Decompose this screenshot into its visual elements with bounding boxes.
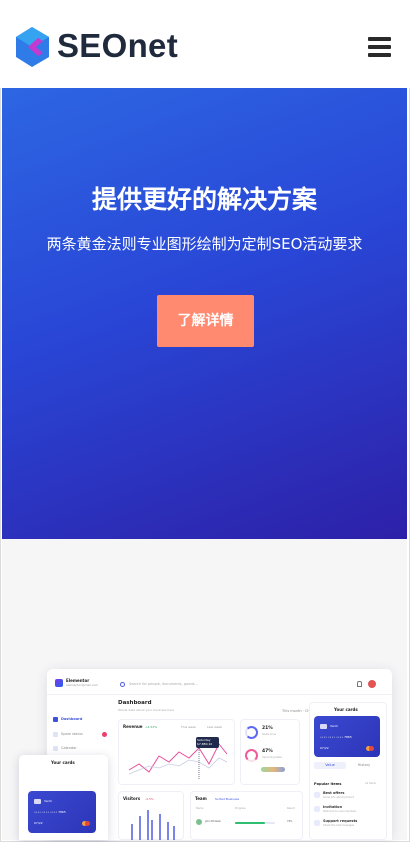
- card-exp: 07/22: [320, 746, 329, 750]
- hero-title: 提供更好的解决方案: [91, 185, 317, 214]
- card-number: •••• •••• •••• 7865: [320, 735, 352, 739]
- sidebar-calendar-icon: [53, 746, 58, 751]
- card-chip-icon: [320, 724, 327, 729]
- revenue-tooltip: Saturday $7,880.10: [196, 737, 219, 748]
- team-col-result: Result: [287, 807, 295, 810]
- team-col-name: Name: [196, 807, 204, 810]
- float-credit-card: Venti •••• •••• •••• 7865 07/22: [28, 791, 96, 833]
- sidebar-dashboard-icon: [53, 717, 58, 722]
- popular-item-sub: Check the last messages: [323, 824, 355, 827]
- hero-banner: 提供更好的解决方案 两条黄金法则专业图形绘制为定制SEO活动要求 了解详情: [2, 88, 407, 539]
- popular-item-title: Invitation: [323, 805, 343, 809]
- offer-icon: [314, 792, 320, 798]
- seonet-logo-icon[interactable]: [16, 27, 49, 67]
- dashboard-topbar: Elementor elementor@mail.com Search for …: [47, 669, 392, 695]
- goals-value: 21%: [262, 726, 273, 731]
- visitors-title: Visitors: [123, 796, 141, 801]
- popular-items-link: All items: [365, 782, 376, 785]
- mastercard-icon: [369, 746, 374, 751]
- card-name: Venti: [330, 724, 338, 728]
- team-card: Team Sorted Business Name Progress Resul…: [190, 791, 303, 840]
- dashboard-logo-icon: [55, 679, 63, 687]
- tab-history: History: [357, 763, 371, 767]
- dashboard-avatar: [368, 680, 376, 688]
- dashboard-bell-icon: [357, 681, 362, 687]
- revenue-change: +4.53%: [145, 725, 158, 729]
- popular-item-sub: Some info about product: [323, 796, 354, 799]
- popular-items-title: Popular items: [314, 782, 342, 786]
- tasks-label: Upcoming tasks: [262, 756, 282, 759]
- tasks-ring: [245, 749, 258, 762]
- dashboard-sidebar-item: Spam status: [61, 732, 83, 736]
- dashboard-search-placeholder: Search for people, documents, goods...: [129, 682, 198, 686]
- dashboard-title-sub: Whole data about your business here: [118, 708, 175, 712]
- team-progress-track: [235, 822, 275, 824]
- card-chip-icon: [34, 799, 41, 804]
- card-exp: 07/22: [34, 821, 43, 825]
- your-cards-title: Your cards: [334, 707, 358, 712]
- learn-more-button[interactable]: 了解详情: [157, 295, 254, 347]
- revenue-legend-a: This week: [181, 725, 196, 729]
- popular-item-sub: Welcome to new members: [323, 810, 357, 813]
- goals-ring: [245, 726, 258, 739]
- team-member-result: 74%: [287, 820, 293, 823]
- site-header: SEOnet: [0, 0, 410, 88]
- floating-cards-widget: Your cards Venti •••• •••• •••• 7865 07/…: [19, 755, 108, 840]
- float-card-title: Your cards: [51, 760, 75, 765]
- sidebar-spam-icon: [53, 732, 58, 737]
- visitors-change: -4.5%: [145, 797, 154, 801]
- visitors-bar-chart: [131, 810, 175, 840]
- dashboard-sidebar-item: Calendar: [61, 746, 77, 750]
- team-avatars: [261, 767, 285, 772]
- tasks-value: 47%: [262, 749, 273, 754]
- tooltip-value: $7,880.10: [197, 742, 213, 746]
- support-icon: [314, 820, 320, 826]
- team-col-progress: Progress: [235, 807, 246, 810]
- revenue-legend-b: Last week: [207, 725, 223, 729]
- revenue-title: Revenue: [123, 724, 143, 729]
- popular-item-title: Support requests: [323, 819, 358, 823]
- dashboard-search-icon: [120, 682, 125, 687]
- hamburger-menu-icon[interactable]: [368, 37, 391, 57]
- mastercard-icon: [85, 821, 90, 826]
- visitors-card: Visitors -4.5%: [118, 791, 184, 840]
- hero-subtitle: 两条黄金法则专业图形绘制为定制SEO活动要求: [46, 235, 363, 253]
- team-member-avatar: [196, 819, 202, 825]
- credit-card: Venti •••• •••• •••• 7865 07/22: [314, 716, 380, 757]
- dashboard-brand-sub: elementor@mail.com: [66, 683, 99, 687]
- revenue-card: Revenue +4.53% This week Last week Satur…: [118, 719, 235, 785]
- stats-card: 21% Goals done 47% Upcoming tasks: [240, 719, 300, 785]
- invitation-icon: [314, 806, 320, 812]
- team-title: Team: [195, 796, 207, 801]
- sidebar-badge: [102, 732, 107, 737]
- popular-item-title: Best offers: [323, 791, 345, 795]
- dashboard-title: Dashboard: [118, 700, 152, 706]
- dashboard-sidebar-item: Dashboard: [61, 717, 83, 721]
- card-number: •••• •••• •••• 7865: [34, 810, 66, 814]
- team-progress-fill: [235, 822, 265, 824]
- team-member-name: John Mclaren: [205, 820, 222, 823]
- card-name: Venti: [44, 799, 52, 803]
- brand-name[interactable]: SEOnet: [57, 26, 178, 66]
- tab-value: Value: [314, 762, 346, 769]
- your-cards-panel: Your cards Venti •••• •••• •••• 7865 07/…: [309, 702, 387, 840]
- team-filter: Sorted Business: [215, 797, 240, 801]
- goals-label: Goals done: [262, 733, 277, 736]
